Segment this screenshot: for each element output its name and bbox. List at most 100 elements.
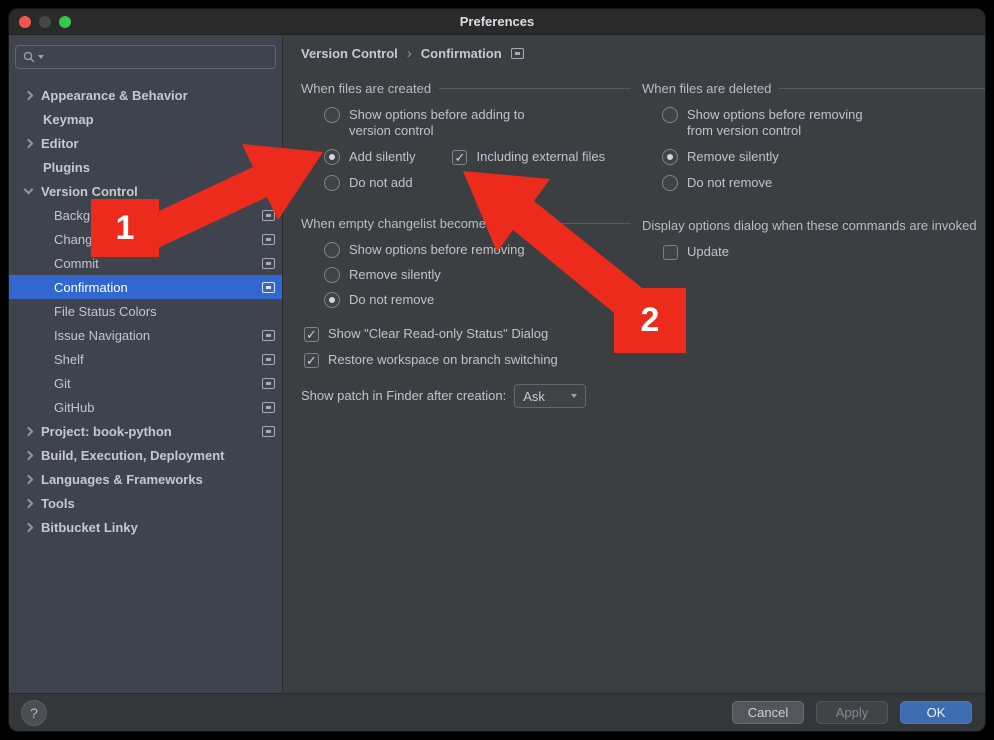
sidebar-item-label: Build, Execution, Deployment xyxy=(41,448,224,463)
sidebar-item-file-status-colors[interactable]: File Status Colors xyxy=(9,299,282,323)
sidebar-item-project-book-python[interactable]: Project: book-python xyxy=(9,419,282,443)
radio-label: Do not remove xyxy=(687,175,772,191)
minimize-window-button[interactable] xyxy=(39,16,51,28)
search-input[interactable] xyxy=(47,50,268,65)
show-patch-dropdown[interactable]: Ask xyxy=(514,384,586,408)
section-when-files-deleted: When files are deleted xyxy=(642,80,985,96)
dropdown-arrow-icon xyxy=(571,394,577,398)
radio-icon[interactable] xyxy=(662,175,678,191)
close-window-button[interactable] xyxy=(19,16,31,28)
chevron-right-icon[interactable] xyxy=(24,138,34,148)
radio-selected-icon[interactable] xyxy=(324,149,340,165)
checkbox-update[interactable]: Update xyxy=(642,244,985,260)
sidebar-item-label: Editor xyxy=(41,136,79,151)
checkbox-unchecked-icon[interactable] xyxy=(663,245,678,260)
checkbox-checked-icon[interactable] xyxy=(452,150,467,165)
radio-do-not-remove[interactable]: Do not remove xyxy=(642,175,985,191)
section-display-options: Display options dialog when these comman… xyxy=(642,217,985,233)
settings-sidebar: Appearance & Behavior Keymap Editor Plug… xyxy=(9,35,283,693)
chevron-right-icon[interactable] xyxy=(24,522,34,532)
section-when-files-created: When files are created xyxy=(301,80,631,96)
preferences-window: Preferences Appearance & Behavior Keymap… xyxy=(8,8,986,732)
sidebar-item-tools[interactable]: Tools xyxy=(9,491,282,515)
sidebar-item-languages-frameworks[interactable]: Languages & Frameworks xyxy=(9,467,282,491)
radio-selected-icon[interactable] xyxy=(662,149,678,165)
sidebar-item-appearance-behavior[interactable]: Appearance & Behavior xyxy=(9,83,282,107)
sidebar-item-label: GitHub xyxy=(54,400,94,415)
dropdown-value: Ask xyxy=(523,389,545,404)
sidebar-item-label: Background xyxy=(54,208,123,223)
sidebar-item-label: Commit xyxy=(54,256,99,271)
chevron-right-icon[interactable] xyxy=(24,90,34,100)
search-options-icon[interactable] xyxy=(38,55,44,59)
help-button[interactable]: ? xyxy=(21,700,47,726)
zoom-window-button[interactable] xyxy=(59,16,71,28)
checkbox-clear-readonly-dialog[interactable]: Show "Clear Read-only Status" Dialog xyxy=(301,326,631,342)
sidebar-item-version-control[interactable]: Version Control xyxy=(9,179,282,203)
radio-do-not-add[interactable]: Do not add xyxy=(301,175,631,191)
section-title: Display options dialog when these comman… xyxy=(642,218,977,233)
per-project-settings-icon xyxy=(511,48,524,59)
per-project-settings-icon xyxy=(262,354,275,365)
sidebar-item-changelists[interactable]: Changelists xyxy=(9,227,282,251)
checkbox-label: Restore workspace on branch switching xyxy=(328,352,558,368)
sidebar-item-label: Changelists xyxy=(54,232,122,247)
radio-icon[interactable] xyxy=(324,107,340,123)
breadcrumb-confirmation[interactable]: Confirmation xyxy=(421,46,502,61)
sidebar-item-label: Confirmation xyxy=(54,280,128,295)
sidebar-item-keymap[interactable]: Keymap xyxy=(9,107,282,131)
radio-remove-silently[interactable]: Remove silently xyxy=(642,149,985,165)
apply-button[interactable]: Apply xyxy=(816,701,888,724)
chevron-right-icon[interactable] xyxy=(24,474,34,484)
checkbox-checked-icon[interactable] xyxy=(304,353,319,368)
radio-show-options-before-removing[interactable]: Show options before removing xyxy=(301,242,631,258)
ok-button[interactable]: OK xyxy=(900,701,972,724)
radio-label: Do not add xyxy=(349,175,413,191)
chevron-right-icon[interactable] xyxy=(24,426,34,436)
radio-remove-silently-changelist[interactable]: Remove silently xyxy=(301,267,631,283)
right-settings-column: When files are deleted Show options befo… xyxy=(642,80,985,270)
sidebar-item-editor[interactable]: Editor xyxy=(9,131,282,155)
radio-label: Add silently xyxy=(349,149,415,165)
sidebar-item-label: Issue Navigation xyxy=(54,328,150,343)
checkbox-including-external-files[interactable]: Including external files xyxy=(452,149,605,165)
chevron-right-icon[interactable] xyxy=(24,450,34,460)
search-field[interactable] xyxy=(15,45,276,69)
settings-tree: Appearance & Behavior Keymap Editor Plug… xyxy=(9,83,282,539)
sidebar-item-background[interactable]: Background xyxy=(9,203,282,227)
sidebar-item-plugins[interactable]: Plugins xyxy=(9,155,282,179)
radio-icon[interactable] xyxy=(662,107,678,123)
radio-icon[interactable] xyxy=(324,242,340,258)
radio-show-options-before-adding[interactable]: Show options before adding to version co… xyxy=(301,107,631,139)
radio-icon[interactable] xyxy=(324,175,340,191)
radio-icon[interactable] xyxy=(324,267,340,283)
checkbox-checked-icon[interactable] xyxy=(304,327,319,342)
radio-do-not-remove-changelist[interactable]: Do not remove xyxy=(301,292,631,308)
search-icon xyxy=(23,51,35,63)
sidebar-item-commit[interactable]: Commit xyxy=(9,251,282,275)
settings-content: Version Control › Confirmation When file… xyxy=(284,35,985,693)
help-label: ? xyxy=(30,705,38,721)
sidebar-item-issue-navigation[interactable]: Issue Navigation xyxy=(9,323,282,347)
chevron-down-icon[interactable] xyxy=(24,185,34,195)
sidebar-item-github[interactable]: GitHub xyxy=(9,395,282,419)
per-project-settings-icon xyxy=(262,258,275,269)
sidebar-item-shelf[interactable]: Shelf xyxy=(9,347,282,371)
sidebar-item-label: Appearance & Behavior xyxy=(41,88,188,103)
sidebar-item-build-execution-deployment[interactable]: Build, Execution, Deployment xyxy=(9,443,282,467)
radio-selected-icon[interactable] xyxy=(324,292,340,308)
checkbox-restore-workspace[interactable]: Restore workspace on branch switching xyxy=(301,352,631,368)
radio-label: Show options before removing from versio… xyxy=(687,107,882,139)
cancel-button[interactable]: Cancel xyxy=(732,701,804,724)
sidebar-item-git[interactable]: Git xyxy=(9,371,282,395)
checkbox-label: Including external files xyxy=(476,149,605,165)
per-project-settings-icon xyxy=(262,402,275,413)
radio-add-silently[interactable]: Add silently Including external files xyxy=(301,149,631,165)
sidebar-item-confirmation[interactable]: Confirmation xyxy=(9,275,282,299)
breadcrumb-version-control[interactable]: Version Control xyxy=(301,46,398,61)
chevron-right-icon[interactable] xyxy=(24,498,34,508)
dialog-footer: ? Cancel Apply OK xyxy=(9,693,985,731)
section-title: When files are deleted xyxy=(642,81,771,96)
radio-show-options-before-removing-vc[interactable]: Show options before removing from versio… xyxy=(642,107,985,139)
sidebar-item-bitbucket-linky[interactable]: Bitbucket Linky xyxy=(9,515,282,539)
